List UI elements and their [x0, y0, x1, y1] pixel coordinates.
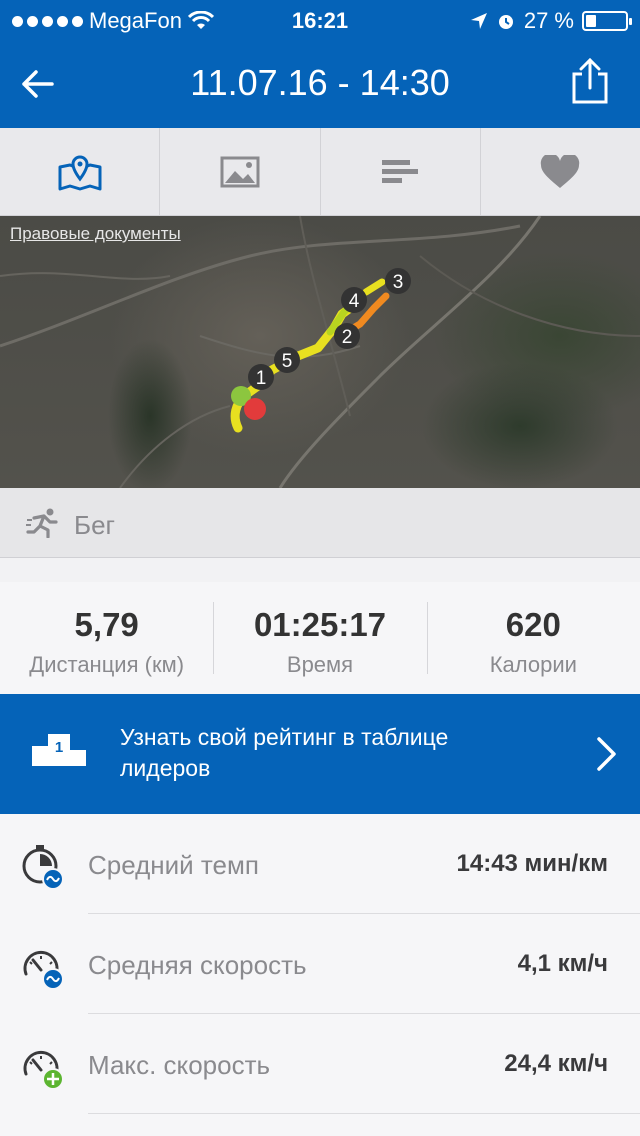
- distance-label: Дистанция (км): [29, 652, 185, 677]
- calories-label: Калории: [489, 652, 577, 677]
- battery-icon: [582, 11, 632, 31]
- calories-value: 620: [505, 606, 561, 643]
- svg-text:1: 1: [55, 739, 63, 756]
- metric-name: Макс. скорость: [88, 1050, 271, 1080]
- distance-value: 5,79: [74, 606, 139, 643]
- legal-link[interactable]: Правовые документы: [10, 224, 181, 244]
- bars-icon: [382, 159, 419, 183]
- time-label: Время: [286, 652, 354, 677]
- metric-value: 14:43 мин/км: [456, 850, 609, 877]
- speedometer-plus-icon: [23, 1051, 64, 1090]
- heart-icon: [541, 154, 580, 188]
- metric-name: Средняя скорость: [88, 950, 307, 980]
- page-title: 11.07.16 - 14:30: [190, 62, 450, 103]
- share-icon[interactable]: [570, 58, 610, 104]
- speedometer-icon: [23, 951, 64, 990]
- activity-type-label: Бег: [74, 510, 116, 540]
- metrics-list: Средний темп 14:43 мин/км Средняя скорос…: [0, 814, 640, 1136]
- metric-avg-speed: Средняя скорость 4,1 км/ч: [0, 914, 640, 1014]
- stopwatch-icon: [22, 845, 64, 890]
- chevron-right-icon: [597, 737, 616, 771]
- metric-name: Средний темп: [88, 850, 259, 880]
- podium-icon: 1: [32, 734, 86, 766]
- tab-heart[interactable]: [481, 128, 640, 215]
- image-icon: [220, 156, 260, 187]
- leaderboard-text: Узнать свой рейтинг в таблице лидеров: [120, 724, 449, 781]
- stat-time: 01:25:17 Время: [213, 582, 426, 694]
- metric-avg-pace: Средний темп 14:43 мин/км: [0, 814, 640, 914]
- top-bar: MegaFon 16:21 27 % 11.07.16 - 14:30: [0, 0, 640, 128]
- battery-percent: 27 %: [523, 8, 574, 33]
- route-path: [230, 278, 390, 433]
- metric-value: 24,4 км/ч: [504, 1050, 608, 1077]
- time-value: 01:25:17: [253, 606, 387, 643]
- metric-max-speed: Макс. скорость 24,4 км/ч: [0, 1014, 640, 1114]
- alarm-icon: [498, 15, 513, 29]
- route-map[interactable]: Правовые документы 1 2 3 4 5: [0, 216, 640, 488]
- stat-distance: 5,79 Дистанция (км): [0, 582, 213, 694]
- finish-marker: [244, 398, 266, 420]
- summary-stats: 5,79 Дистанция (км) 01:25:17 Время 620 К…: [0, 582, 640, 694]
- stat-calories: 620 Калории: [426, 582, 640, 694]
- metric-value: 4,1 км/ч: [517, 950, 608, 977]
- status-bar: MegaFon 16:21 27 %: [0, 0, 640, 40]
- tab-map[interactable]: [0, 128, 161, 215]
- running-icon: [26, 508, 58, 538]
- map-icon: [58, 155, 102, 190]
- location-arrow-icon: [470, 13, 487, 29]
- tab-splits[interactable]: [321, 128, 481, 215]
- tab-photos[interactable]: [160, 128, 321, 215]
- tab-bar: [0, 128, 640, 216]
- activity-type-row[interactable]: Бег: [0, 488, 640, 558]
- nav-bar: 11.07.16 - 14:30: [0, 40, 640, 128]
- leaderboard-banner[interactable]: 1 Узнать свой рейтинг в таблице лидеров: [0, 694, 640, 814]
